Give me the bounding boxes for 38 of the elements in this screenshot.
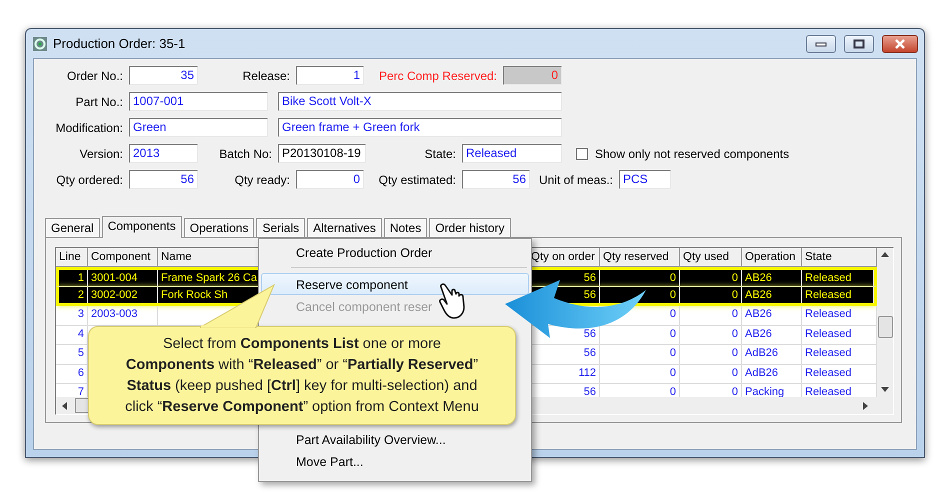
table-cell: AB26 — [742, 286, 802, 303]
table-cell: AdB26 — [742, 364, 802, 383]
callout-text: Select from Components List one or more Components with “Released” or “Partially Reserved” Status (keep pushed [Ctrl] key for multi-selection) and click “Reserve Component” option from Context Menu — [125, 334, 479, 416]
table-cell: AdB26 — [742, 345, 802, 364]
table-cell: 0 — [600, 345, 680, 364]
table-cell: 0 — [680, 326, 742, 344]
field-label: Batch No: — [219, 146, 272, 160]
table-cell: 1 — [59, 270, 88, 286]
table-cell: 3001-004 — [88, 270, 158, 286]
checkbox-label: Show only not reserved components — [595, 146, 790, 160]
table-cell: AB26 — [742, 326, 802, 344]
table-cell: Released — [802, 270, 874, 286]
table-cell: AB26 — [742, 270, 802, 286]
field-label: State: — [424, 146, 456, 160]
table-cell: 0 — [600, 364, 680, 383]
field-label: Release: — [242, 68, 290, 82]
field-label: Unit of meas.: — [538, 172, 613, 186]
field-label: Modification: — [56, 120, 123, 134]
field-label: Qty estimated: — [378, 172, 456, 186]
table-cell: 3002-002 — [88, 286, 158, 303]
table-cell: 0 — [680, 345, 742, 364]
table-cell: AB26 — [742, 306, 802, 324]
table-cell: 2 — [59, 286, 88, 303]
table-cell: 0 — [680, 286, 742, 303]
table-cell: 2003-003 — [88, 306, 158, 324]
field-label: Qty ordered: — [56, 172, 123, 186]
window-title: Production Order: 35-1 — [53, 36, 186, 51]
field-label: Part No.: — [76, 94, 123, 108]
table-cell: 0 — [680, 270, 742, 286]
field-label: Order No.: — [66, 68, 123, 82]
table-cell: 3 — [56, 306, 88, 324]
table-cell: 0 — [600, 270, 680, 286]
table-cell: 0 — [680, 364, 742, 383]
field-label: Qty ready: — [234, 172, 290, 186]
field-label: Perc Comp Reserved: — [378, 68, 497, 82]
table-cell: 0 — [680, 306, 742, 324]
field-label: Version: — [80, 146, 123, 160]
table-cell: Released — [802, 286, 874, 303]
